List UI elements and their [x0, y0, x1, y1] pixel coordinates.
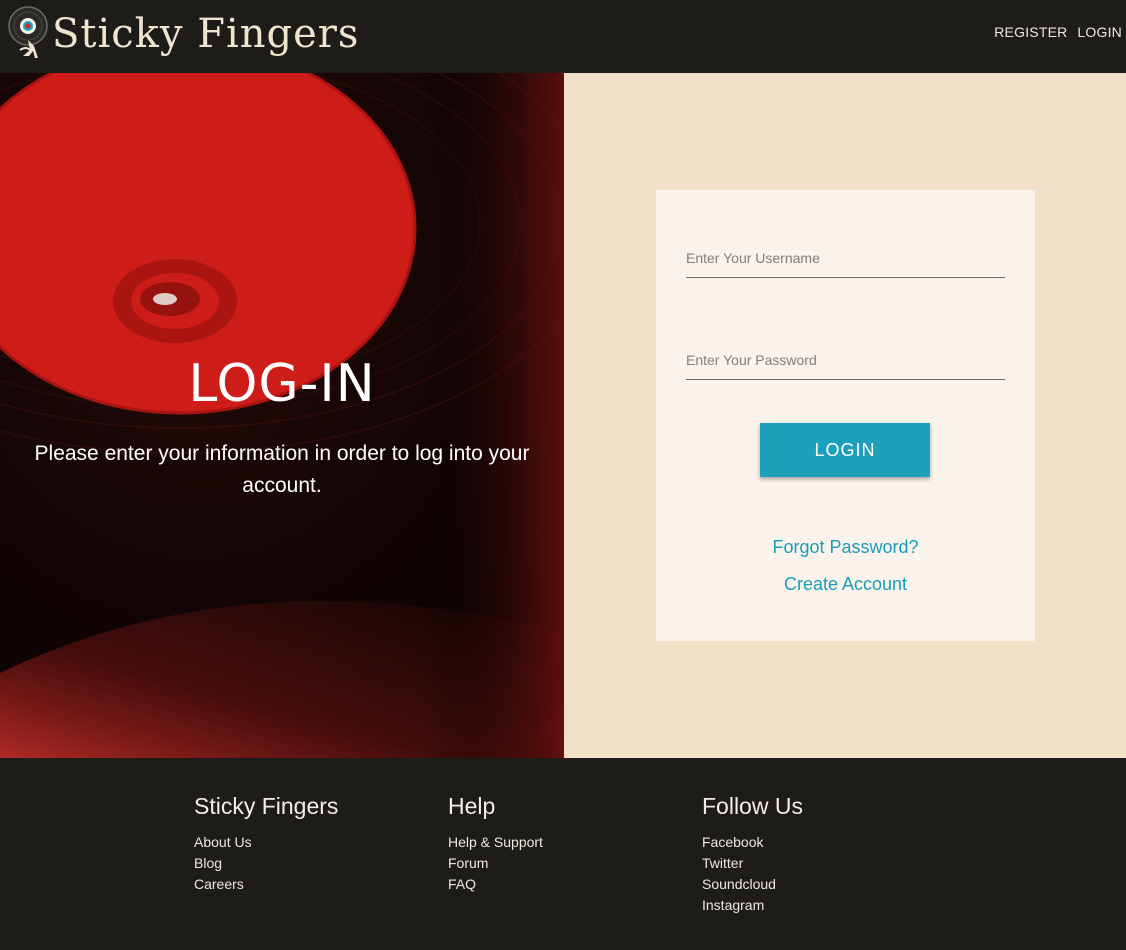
footer-column-company: Sticky Fingers About Us Blog Careers	[194, 793, 338, 895]
username-input[interactable]	[686, 250, 1005, 277]
footer-column-help: Help Help & Support Forum FAQ	[448, 793, 543, 895]
footer-link-instagram[interactable]: Instagram	[702, 895, 803, 916]
brand-name: Sticky Fingers	[52, 11, 360, 57]
footer-heading: Sticky Fingers	[194, 793, 339, 819]
footer-heading: Follow Us	[702, 793, 803, 819]
password-input[interactable]	[686, 352, 1005, 379]
footer-heading: Help	[448, 793, 496, 819]
site-logo[interactable]: Sticky Fingers	[8, 6, 359, 62]
hero-panel: LOG-IN Please enter your information in …	[0, 73, 564, 758]
username-field-container	[686, 248, 1005, 278]
password-field-container	[686, 350, 1005, 380]
footer-link-faq[interactable]: FAQ	[448, 874, 543, 895]
login-button[interactable]: LOGIN	[760, 423, 930, 477]
footer-link-blog[interactable]: Blog	[194, 853, 338, 874]
footer-link-careers[interactable]: Careers	[194, 874, 338, 895]
top-nav: REGISTER LOGIN	[994, 24, 1122, 40]
site-footer: Sticky Fingers About Us Blog Careers Hel…	[0, 758, 1126, 950]
footer-link-facebook[interactable]: Facebook	[702, 832, 803, 853]
register-link[interactable]: REGISTER	[994, 24, 1067, 40]
footer-link-about-us[interactable]: About Us	[194, 832, 338, 853]
footer-link-forum[interactable]: Forum	[448, 853, 543, 874]
footer-link-soundcloud[interactable]: Soundcloud	[702, 874, 803, 895]
hero-content: LOG-IN Please enter your information in …	[0, 358, 564, 502]
record-character-icon	[8, 6, 48, 58]
login-link[interactable]: LOGIN	[1077, 24, 1122, 40]
footer-link-twitter[interactable]: Twitter	[702, 853, 803, 874]
page-title: LOG-IN	[188, 354, 376, 414]
main-content: LOG-IN Please enter your information in …	[0, 73, 1126, 758]
login-card: LOGIN Forgot Password? Create Account	[656, 190, 1035, 641]
site-header: Sticky Fingers REGISTER LOGIN	[0, 0, 1126, 73]
account-links: Forgot Password? Create Account	[656, 529, 1035, 603]
footer-link-help-support[interactable]: Help & Support	[448, 832, 543, 853]
forgot-password-link[interactable]: Forgot Password?	[656, 529, 1035, 566]
hero-description: Please enter your information in order t…	[34, 442, 530, 497]
create-account-link[interactable]: Create Account	[656, 566, 1035, 603]
login-panel: LOGIN Forgot Password? Create Account	[564, 73, 1126, 758]
footer-column-follow: Follow Us Facebook Twitter Soundcloud In…	[702, 793, 803, 916]
